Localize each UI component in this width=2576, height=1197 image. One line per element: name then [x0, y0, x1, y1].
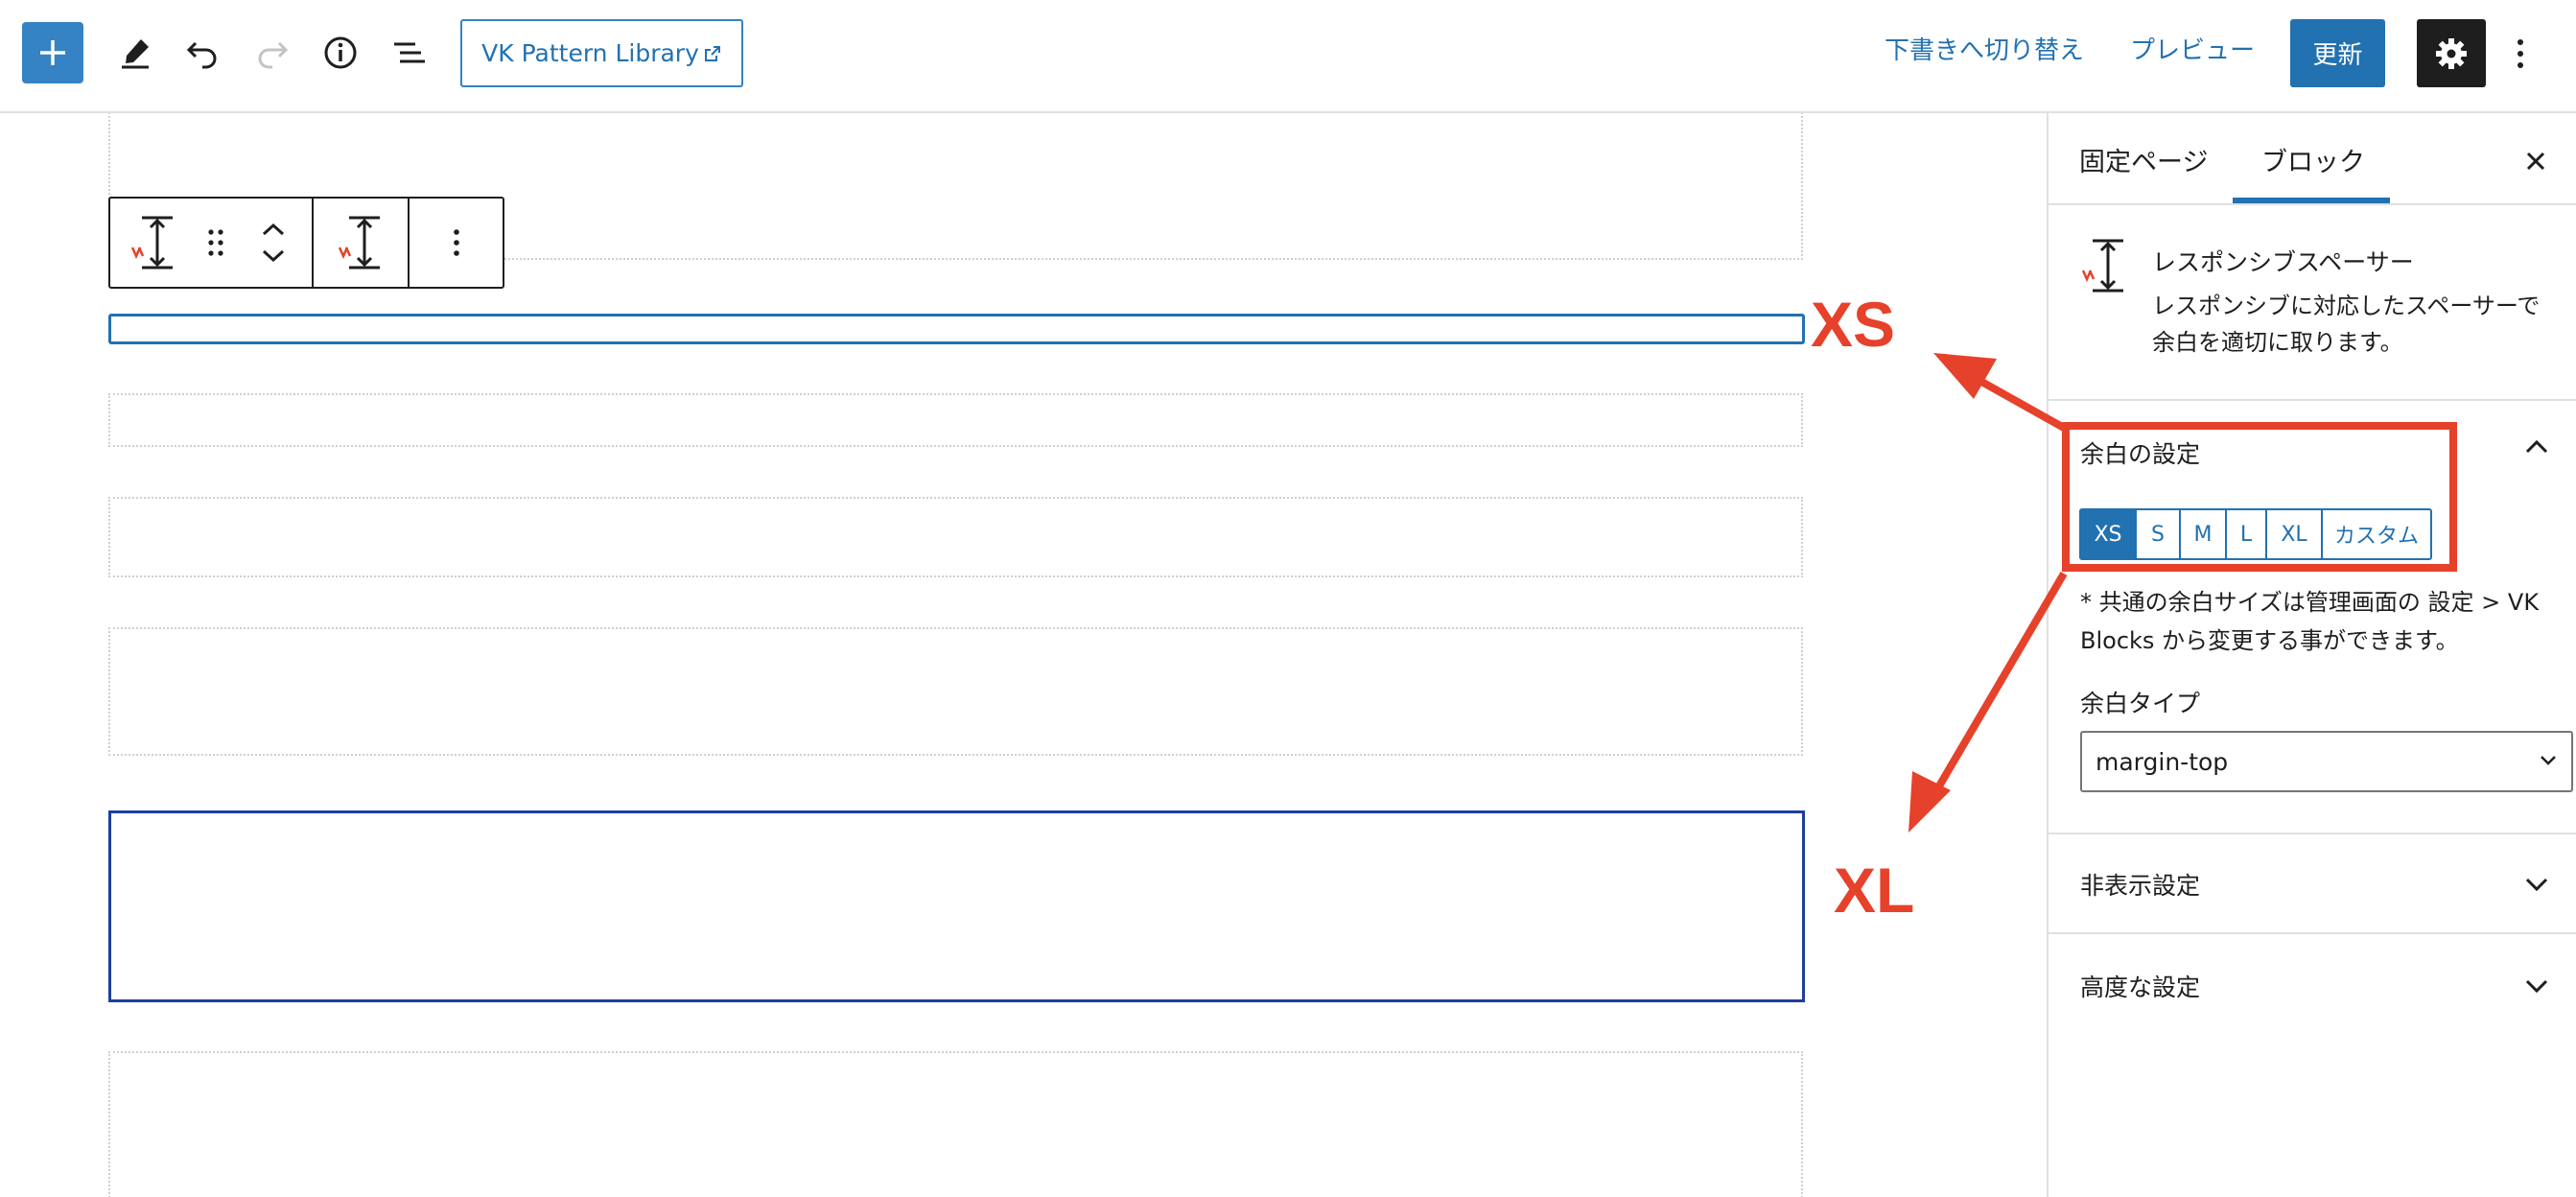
- annotation-label-xs: XS: [1811, 289, 1896, 360]
- annotation-arrows: [1909, 353, 2068, 833]
- annotation-label-xl: XL: [1834, 855, 1915, 926]
